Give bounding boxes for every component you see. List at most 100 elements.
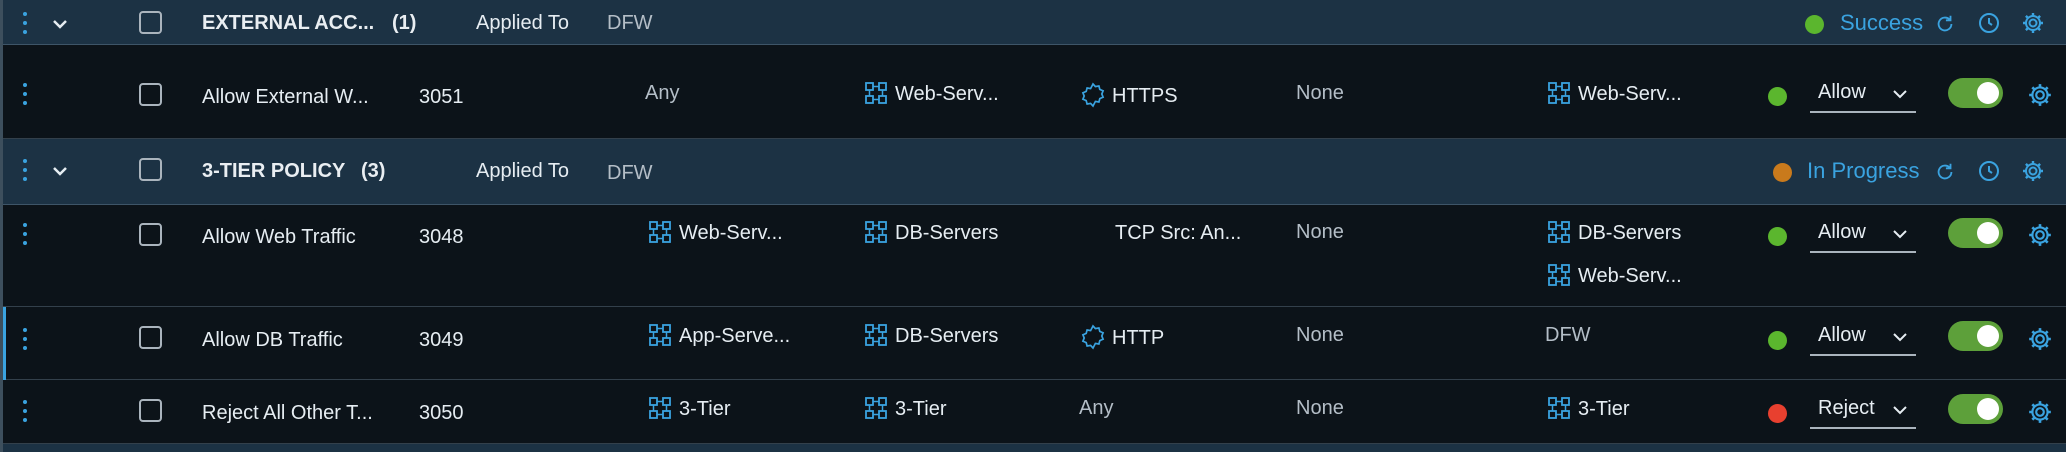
applied-to-label: Web-Serv... (1578, 265, 1682, 287)
service-label: HTTPS (1112, 85, 1178, 107)
rule-services[interactable]: HTTP (1080, 324, 1164, 350)
gear-icon[interactable] (2027, 399, 2053, 425)
history-icon[interactable] (1977, 159, 2001, 183)
rule-name[interactable]: Reject All Other T... (202, 401, 373, 425)
kebab-menu-icon[interactable] (22, 159, 28, 189)
action-select[interactable]: Allow (1810, 219, 1916, 253)
rule-sources[interactable]: Web-Serv... (649, 221, 783, 245)
rule-destinations[interactable]: 3-Tier (865, 397, 946, 421)
action-select[interactable]: Allow (1810, 79, 1916, 113)
destination-label: Web-Serv... (895, 83, 999, 105)
applied-to-label: 3-Tier (1578, 398, 1630, 420)
rule-sources[interactable]: Any (645, 81, 679, 105)
gear-icon[interactable] (2027, 82, 2053, 108)
rule-checkbox[interactable] (139, 83, 162, 106)
rule-checkbox[interactable] (139, 223, 162, 246)
table-row[interactable]: Allow DB Traffic 3049 App-Serve... DB-Se… (0, 307, 2066, 380)
refresh-icon[interactable] (1934, 161, 1956, 183)
gear-icon[interactable] (2027, 326, 2053, 352)
rule-destinations[interactable]: DB-Servers (865, 324, 998, 348)
rule-profiles[interactable]: None (1296, 396, 1344, 420)
group-icon (1548, 221, 1570, 243)
action-allow-icon (1768, 331, 1787, 350)
rule-services[interactable]: HTTPS (1080, 82, 1178, 108)
table-row[interactable]: Allow External W... 3051 Any Web-Serv...… (0, 45, 2066, 139)
action-label: Allow (1818, 221, 1866, 243)
applied-to-label: Web-Serv... (1578, 83, 1682, 105)
kebab-menu-icon[interactable] (22, 400, 28, 430)
grid-left-border (0, 0, 3, 452)
rule-applied-to[interactable]: DFW (1545, 323, 1591, 347)
rule-applied-to[interactable]: DB-Servers (1548, 221, 1681, 245)
status-success-icon (1805, 15, 1824, 34)
chevron-down-icon (1893, 230, 1907, 239)
rule-checkbox[interactable] (139, 326, 162, 349)
chevron-down-icon (1893, 90, 1907, 99)
rule-destinations[interactable]: Web-Serv... (865, 82, 999, 106)
group-icon (1548, 264, 1570, 286)
toggle-knob (1977, 222, 1999, 244)
service-label: HTTP (1112, 327, 1165, 349)
rule-applied-to[interactable]: Web-Serv... (1548, 264, 1682, 288)
action-label: Allow (1818, 81, 1866, 103)
rule-enabled-toggle[interactable] (1948, 218, 2003, 248)
kebab-menu-icon[interactable] (22, 12, 28, 42)
firewall-rules-grid: EXTERNAL ACC... (1) Applied To DFW Succe… (0, 0, 2066, 452)
rule-destinations[interactable]: DB-Servers (865, 221, 998, 245)
action-reject-icon (1768, 404, 1787, 423)
rule-enabled-toggle[interactable] (1948, 78, 2003, 108)
rule-id: 3050 (419, 402, 464, 424)
rule-sources[interactable]: 3-Tier (649, 397, 730, 421)
section-applied-to[interactable]: DFW (607, 11, 653, 35)
source-label: 3-Tier (679, 398, 731, 420)
action-allow-icon (1768, 87, 1787, 106)
rule-profiles[interactable]: None (1296, 81, 1344, 105)
applied-to-label: Applied To (476, 12, 570, 34)
rule-name[interactable]: Allow Web Traffic (202, 225, 356, 249)
history-icon[interactable] (1977, 11, 2001, 35)
kebab-menu-icon[interactable] (22, 223, 28, 253)
group-icon (649, 397, 671, 419)
service-icon (1081, 324, 1105, 350)
rule-services[interactable]: TCP Src: An... (1115, 221, 1241, 245)
rule-name[interactable]: Allow External W... (202, 85, 369, 109)
kebab-menu-icon[interactable] (22, 328, 28, 358)
section-applied-to[interactable]: DFW (607, 161, 653, 185)
group-icon (865, 82, 887, 104)
applied-to-label: DB-Servers (1578, 222, 1682, 244)
table-row[interactable]: Reject All Other T... 3050 3-Tier 3-Tier… (0, 380, 2066, 444)
rule-profiles[interactable]: None (1296, 323, 1344, 347)
section-status[interactable]: Success (1840, 10, 1923, 36)
kebab-menu-icon[interactable] (22, 83, 28, 113)
action-allow-icon (1768, 227, 1787, 246)
action-label: Allow (1818, 324, 1866, 346)
rule-checkbox[interactable] (139, 399, 162, 422)
destination-label: 3-Tier (895, 398, 947, 420)
rule-enabled-toggle[interactable] (1948, 321, 2003, 351)
section-name[interactable]: 3-TIER POLICY (202, 159, 345, 183)
gear-icon[interactable] (2021, 159, 2045, 183)
rule-services[interactable]: Any (1079, 396, 1113, 420)
source-label: Web-Serv... (679, 222, 783, 244)
section-checkbox[interactable] (139, 11, 162, 34)
action-select[interactable]: Allow (1810, 322, 1916, 356)
group-icon (1548, 397, 1570, 419)
chevron-down-icon[interactable] (50, 161, 70, 181)
rule-enabled-toggle[interactable] (1948, 394, 2003, 424)
rule-sources[interactable]: App-Serve... (649, 324, 790, 348)
section-footer (0, 444, 2066, 452)
rule-profiles[interactable]: None (1296, 220, 1344, 244)
rule-name[interactable]: Allow DB Traffic (202, 328, 343, 352)
section-name[interactable]: EXTERNAL ACC... (202, 11, 374, 35)
section-checkbox[interactable] (139, 158, 162, 181)
action-select[interactable]: Reject (1810, 395, 1916, 429)
rule-applied-to[interactable]: 3-Tier (1548, 397, 1629, 421)
refresh-icon[interactable] (1934, 13, 1956, 35)
section-status[interactable]: In Progress (1807, 158, 1920, 184)
gear-icon[interactable] (2021, 11, 2045, 35)
rule-applied-to[interactable]: Web-Serv... (1548, 82, 1682, 106)
table-row[interactable]: Allow Web Traffic 3048 Web-Serv... DB-Se… (0, 205, 2066, 307)
gear-icon[interactable] (2027, 222, 2053, 248)
chevron-down-icon[interactable] (50, 14, 70, 34)
group-icon (649, 324, 671, 346)
